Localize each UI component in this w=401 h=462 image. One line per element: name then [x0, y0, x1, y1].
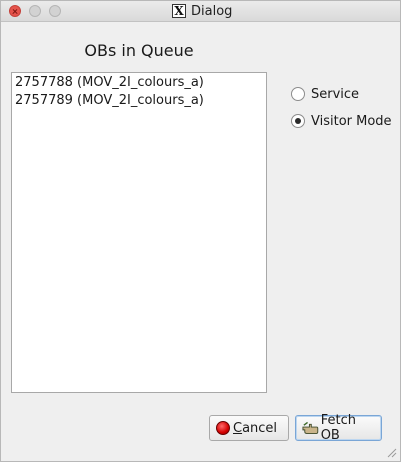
maximize-icon[interactable]	[49, 5, 61, 17]
ob-queue-list[interactable]: 2757788 (MOV_2I_colours_a) 2757789 (MOV_…	[11, 72, 267, 393]
window-title: Dialog	[191, 4, 233, 19]
radio-service-label[interactable]: Service	[311, 87, 359, 102]
radio-service[interactable]: Service	[291, 85, 359, 103]
x11-logo-icon: X	[172, 4, 186, 18]
hand-pointer-icon	[302, 421, 319, 435]
radio-visitor-mode-indicator[interactable]	[291, 114, 305, 128]
cancel-label-rest: ancel	[242, 420, 278, 436]
fetch-ob-button[interactable]: Fetch OB	[295, 413, 382, 443]
radio-service-indicator[interactable]	[291, 87, 305, 101]
list-item[interactable]: 2757789 (MOV_2I_colours_a)	[15, 92, 263, 110]
cancel-mnemonic: C	[233, 420, 243, 436]
close-icon[interactable]	[9, 5, 21, 17]
list-item[interactable]: 2757788 (MOV_2I_colours_a)	[15, 74, 263, 92]
radio-visitor-mode-label[interactable]: Visitor Mode	[311, 114, 392, 129]
minimize-icon[interactable]	[29, 5, 41, 17]
cancel-button[interactable]: Cancel	[209, 415, 289, 441]
dialog-window: X Dialog OBs in Queue 2757788 (MOV_2I_co…	[0, 0, 401, 462]
radio-visitor-mode[interactable]: Visitor Mode	[291, 112, 392, 130]
stop-icon	[216, 421, 230, 435]
title-bar: X Dialog	[1, 1, 400, 22]
cancel-button-label: Cancel	[233, 421, 277, 436]
fetch-ob-label: Fetch OB	[320, 413, 356, 443]
queue-heading: OBs in Queue	[84, 41, 194, 60]
resize-grip-icon[interactable]	[385, 446, 397, 458]
